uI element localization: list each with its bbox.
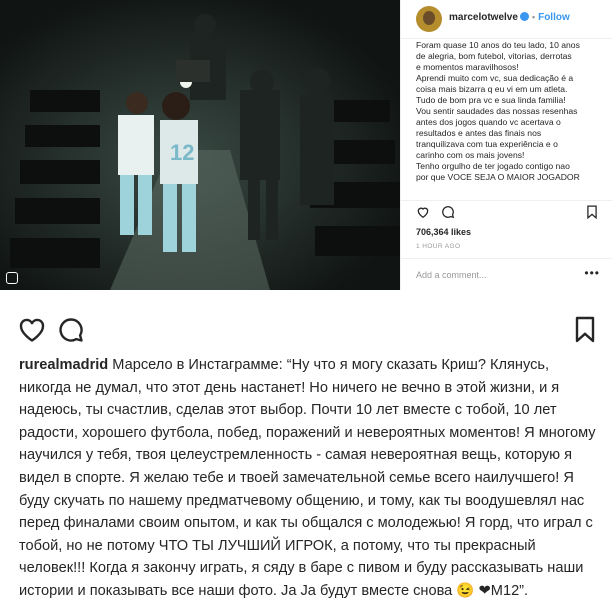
embedded-post-header: marcelotwelve • Follow [401,0,612,39]
post-photo[interactable]: 12 [0,0,400,290]
post-caption-text: Марсело в Инстаграмме: “Ну что я могу ск… [19,357,596,599]
post-timestamp: 1 HOUR AGO [416,243,461,250]
embedded-instagram-post: 12 marcelotwelve • Follow Foram quase 10… [0,0,612,300]
svg-text:12: 12 [170,140,194,165]
embedded-post-sidebar: marcelotwelve • Follow Foram quase 10 anos… [400,0,612,290]
heart-icon[interactable] [19,318,45,342]
more-options-icon[interactable]: ••• [584,266,600,280]
heart-icon[interactable] [416,205,430,219]
stadium-photo-illustration: 12 [0,0,400,290]
comment-icon[interactable] [441,205,455,219]
embedded-actions-bar [401,200,612,225]
likes-count[interactable]: 706,364 likes [416,227,471,237]
comment-input[interactable]: Add a comment... [416,270,487,280]
separator-dot: • [531,12,536,22]
avatar[interactable] [416,6,442,32]
instagram-corner-icon [6,272,18,284]
embedded-caption: Foram quase 10 anos do teu lado, 10 anos… [416,40,580,182]
embedded-username[interactable]: marcelotwelve [449,12,518,23]
bookmark-icon[interactable] [575,316,595,343]
follow-button[interactable]: Follow [538,12,570,23]
comment-icon[interactable] [58,317,84,343]
post-username[interactable]: rurealmadrid [19,357,108,373]
post-caption: rurealmadrid Марсело в Инстаграмме: “Ну … [19,354,599,603]
verified-badge-icon [519,12,529,21]
bookmark-icon[interactable] [585,205,599,219]
